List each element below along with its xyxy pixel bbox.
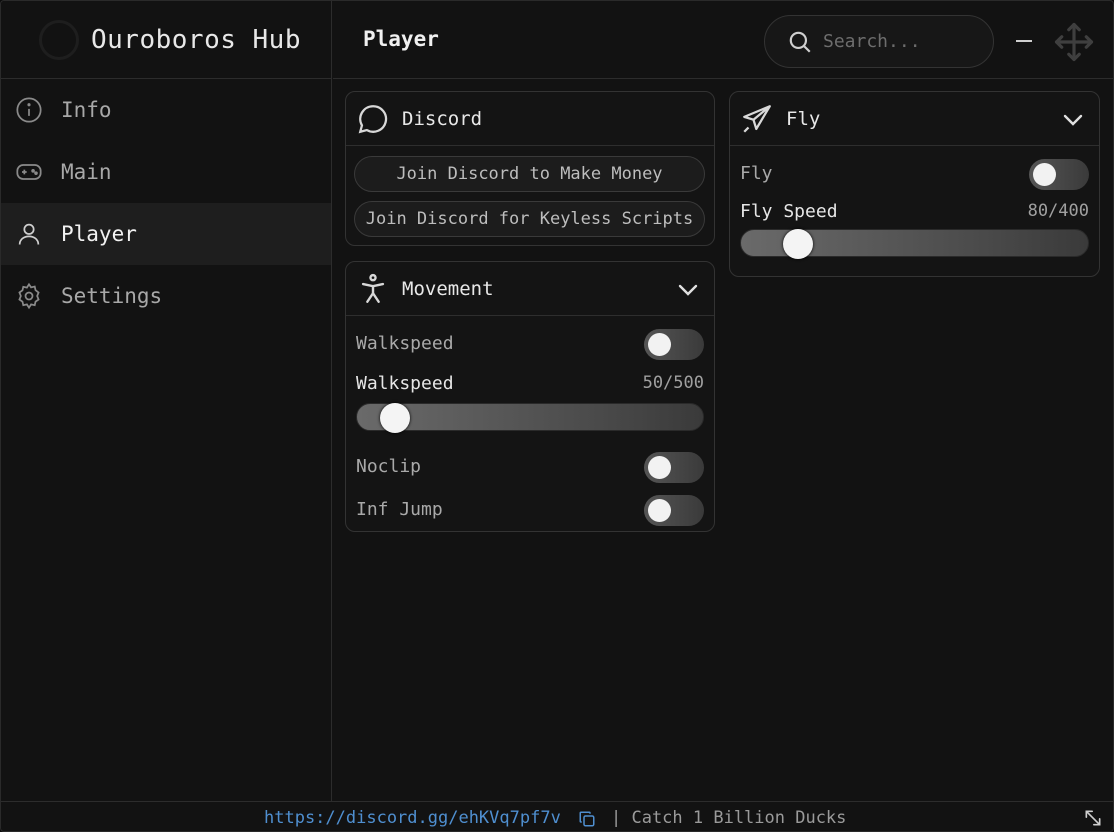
walkspeed-toggle-row: Walkspeed — [346, 323, 714, 363]
fly-toggle[interactable] — [1029, 159, 1089, 190]
sidebar-item-label: Info — [61, 98, 112, 122]
fly-toggle-row: Fly — [730, 153, 1099, 193]
toggle-knob — [648, 333, 671, 356]
gamepad-icon — [16, 164, 42, 180]
chat-bubble-icon — [358, 104, 388, 133]
search-input[interactable] — [823, 31, 973, 52]
toggle-knob — [1033, 163, 1056, 186]
discord-panel: Discord Join Discord to Make Money Join … — [345, 91, 715, 246]
move-handle-icon[interactable] — [1053, 21, 1095, 63]
toggle-knob — [648, 499, 671, 522]
sidebar-item-player[interactable]: Player — [1, 203, 331, 265]
footer-note: | Catch 1 Billion Ducks — [611, 808, 847, 828]
fly-panel-title: Fly — [786, 107, 821, 130]
sidebar-item-label: Player — [61, 222, 137, 246]
chevron-down-icon[interactable] — [676, 278, 700, 302]
walkspeed-toggle[interactable] — [644, 329, 704, 360]
info-icon — [16, 97, 42, 123]
plane-icon — [743, 104, 771, 133]
infjump-row: Inf Jump — [346, 489, 714, 529]
page-title: Player — [363, 27, 439, 51]
walkspeed-value: 50/500 — [642, 373, 704, 393]
fly-toggle-label: Fly — [740, 162, 773, 184]
search-icon — [789, 31, 811, 53]
infjump-label: Inf Jump — [356, 498, 443, 520]
slider-thumb[interactable] — [379, 403, 410, 433]
walkspeed-slider[interactable] — [356, 403, 704, 433]
fly-speed-label: Fly Speed — [740, 200, 838, 222]
fly-panel-header[interactable]: Fly — [730, 92, 1099, 146]
header: Player — [333, 1, 1113, 79]
brand: Ouroboros Hub — [1, 1, 331, 79]
fly-speed-value: 80/400 — [1027, 201, 1089, 221]
gear-icon — [18, 282, 40, 310]
infjump-toggle[interactable] — [644, 495, 704, 526]
discord-invite-link[interactable]: https://discord.gg/ehKVq7pf7v — [264, 808, 561, 828]
noclip-row: Noclip — [346, 446, 714, 486]
chevron-down-icon[interactable] — [1061, 108, 1085, 132]
sidebar-item-label: Main — [61, 160, 112, 184]
sidebar-item-settings[interactable]: Settings — [1, 265, 331, 327]
sidebar-item-main[interactable]: Main — [1, 141, 331, 203]
walkspeed-slider-row: Walkspeed 50/500 — [346, 363, 714, 403]
walkspeed-slider-label: Walkspeed — [356, 372, 454, 394]
join-discord-money-button[interactable]: Join Discord to Make Money — [354, 156, 705, 192]
movement-panel-title: Movement — [402, 277, 494, 300]
sidebar-item-label: Settings — [61, 284, 163, 308]
resize-icon[interactable] — [1083, 808, 1103, 828]
movement-panel: Movement Walkspeed Walkspeed 50/500 Nocl… — [345, 261, 715, 532]
app-title: Ouroboros Hub — [91, 24, 301, 55]
movement-panel-header[interactable]: Movement — [346, 262, 714, 316]
noclip-label: Noclip — [356, 455, 422, 477]
copy-icon[interactable] — [578, 810, 596, 828]
app-window: Ouroboros Hub Info Main Player Settings … — [0, 0, 1114, 832]
fly-panel: Fly Fly Fly Speed 80/400 — [729, 91, 1100, 277]
fly-speed-slider[interactable] — [740, 229, 1089, 259]
discord-panel-title: Discord — [402, 107, 483, 130]
walkspeed-toggle-label: Walkspeed — [356, 332, 454, 354]
sidebar-item-info[interactable]: Info — [1, 79, 331, 141]
minimize-button[interactable] — [1013, 25, 1037, 55]
join-discord-keyless-button[interactable]: Join Discord for Keyless Scripts — [354, 201, 705, 237]
noclip-toggle[interactable] — [644, 452, 704, 483]
footer: https://discord.gg/ehKVq7pf7v | Catch 1 … — [1, 801, 1113, 831]
logo-icon — [39, 19, 79, 60]
toggle-knob — [648, 456, 671, 479]
slider-thumb[interactable] — [783, 229, 814, 259]
sidebar: Ouroboros Hub Info Main Player Settings — [1, 1, 332, 801]
discord-panel-header: Discord — [346, 92, 714, 146]
search-box[interactable] — [764, 15, 994, 68]
user-icon — [18, 223, 40, 245]
person-icon — [361, 273, 385, 303]
fly-speed-row: Fly Speed 80/400 — [730, 193, 1099, 229]
